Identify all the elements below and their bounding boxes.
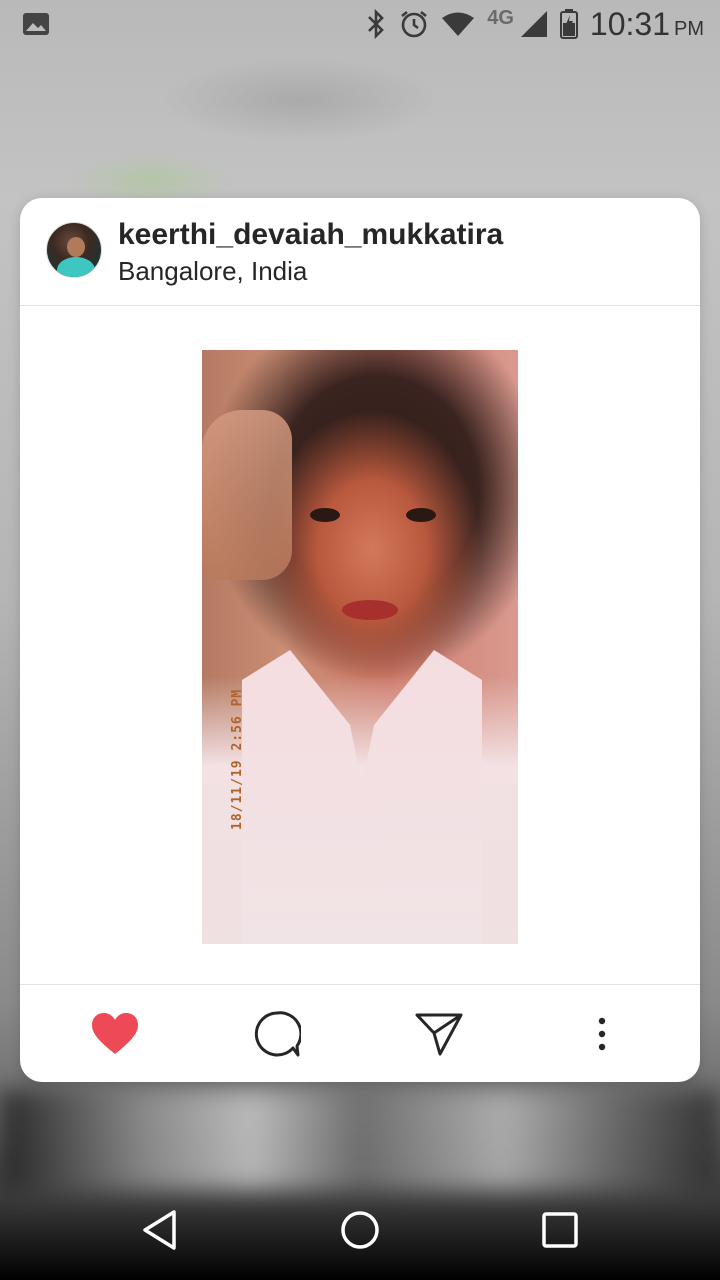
- navigation-bar: [0, 1184, 720, 1280]
- photo-shirt: [242, 650, 482, 944]
- recents-button[interactable]: [528, 1198, 592, 1262]
- network-type-label: 4G: [487, 6, 514, 29]
- photo-lips: [342, 600, 398, 620]
- photo-timestamp: 18/11/19 2:56 PM: [230, 688, 245, 830]
- avatar-figure-shirt: [57, 257, 95, 277]
- home-icon: [341, 1211, 379, 1249]
- like-icon: [92, 1013, 138, 1054]
- home-button[interactable]: [328, 1198, 392, 1262]
- avatar-figure-face: [67, 237, 85, 257]
- more-options-button[interactable]: [575, 1007, 629, 1061]
- image-icon: [22, 12, 50, 36]
- recents-icon: [542, 1212, 578, 1248]
- post-photo[interactable]: 18/11/19 2:56 PM: [202, 350, 518, 944]
- like-button[interactable]: [88, 1007, 142, 1061]
- blurred-background-strip: [0, 1090, 720, 1190]
- photo-eye-left: [310, 508, 340, 522]
- clock: 10:31 PM: [590, 6, 704, 43]
- username[interactable]: keerthi_devaiah_mukkatira: [118, 218, 503, 252]
- comment-button[interactable]: [250, 1007, 304, 1061]
- photo-hand: [202, 410, 292, 580]
- comment-icon: [254, 1011, 301, 1057]
- battery-icon: [559, 9, 578, 39]
- clock-time: 10:31: [589, 5, 670, 42]
- bluetooth-icon: [365, 9, 387, 39]
- location[interactable]: Bangalore, India: [118, 256, 307, 287]
- avatar[interactable]: [46, 222, 102, 278]
- photo-eye-right: [406, 508, 436, 522]
- status-bar: 4G 10:31 PM: [0, 0, 720, 48]
- more-icon: [598, 1017, 606, 1051]
- alarm-icon: [399, 9, 429, 39]
- post-preview-card: keerthi_devaiah_mukkatira Bangalore, Ind…: [20, 198, 700, 1082]
- post-header: keerthi_devaiah_mukkatira Bangalore, Ind…: [20, 198, 700, 306]
- share-button[interactable]: [412, 1007, 466, 1061]
- back-button[interactable]: [128, 1198, 192, 1262]
- wifi-icon: [441, 11, 475, 37]
- signal-icon: [520, 10, 548, 38]
- clock-ampm: PM: [674, 17, 704, 40]
- action-bar: [20, 984, 700, 1082]
- share-icon: [415, 1013, 463, 1056]
- back-icon: [143, 1210, 176, 1250]
